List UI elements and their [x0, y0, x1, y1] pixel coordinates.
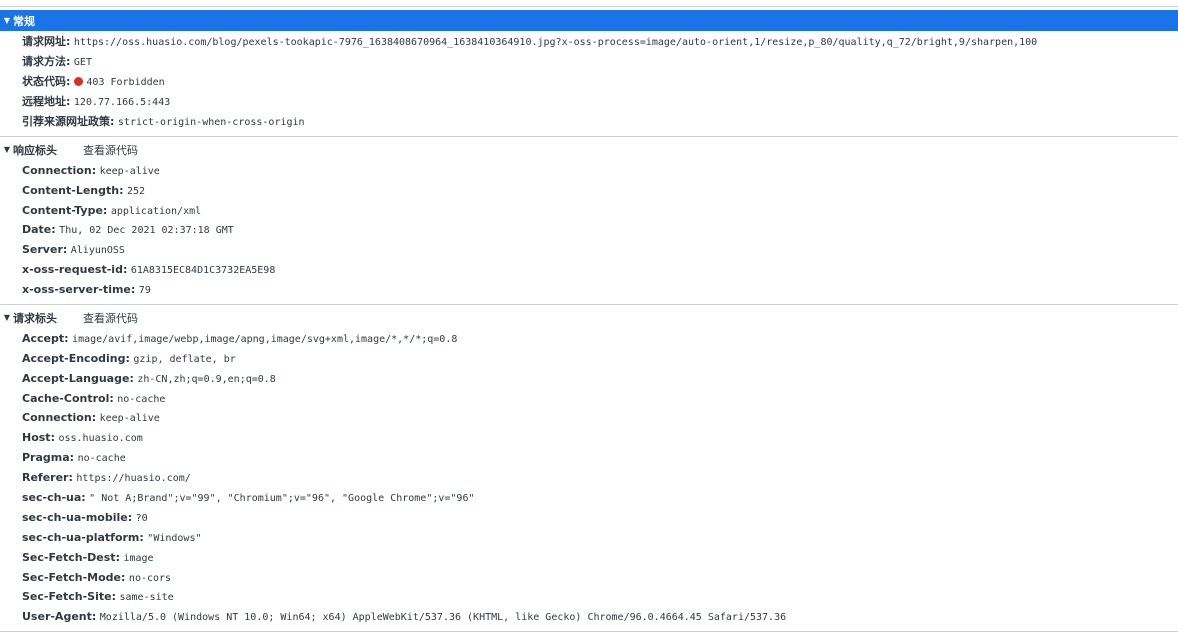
header-row: sec-ch-ua: " Not A;Brand";v="99", "Chrom… [22, 491, 475, 504]
view-source-link[interactable]: 查看源代码 [83, 142, 138, 158]
status-error-icon [74, 77, 84, 86]
triangle-down-icon: ▼ [3, 145, 11, 154]
header-row: Content-Type: application/xml [22, 204, 202, 217]
section-divider [0, 304, 1178, 305]
triangle-down-icon: ▼ [3, 313, 11, 322]
top-divider [0, 6, 1178, 7]
section-response-title: 响应标头 [13, 143, 57, 157]
header-row: Server: AliyunOSS [22, 243, 125, 256]
header-row: Date: Thu, 02 Dec 2021 02:37:18 GMT [22, 223, 234, 236]
view-source-link[interactable]: 查看源代码 [83, 310, 138, 326]
header-row: Host: oss.huasio.com [22, 431, 143, 444]
triangle-down-icon: ▼ [3, 16, 11, 25]
general-row-referrer-policy: 引荐来源网址政策: strict-origin-when-cross-origi… [22, 115, 305, 128]
header-row: Accept-Encoding: gzip, deflate, br [22, 352, 236, 365]
header-row: Connection: keep-alive [22, 411, 160, 424]
section-divider [0, 136, 1178, 137]
general-row-status: 状态代码: 403 Forbidden [22, 75, 165, 88]
header-row: Accept: image/avif,image/webp,image/apng… [22, 332, 458, 345]
header-row: x-oss-request-id: 61A8315EC84D1C3732EA5E… [22, 263, 276, 276]
general-row-remote: 远程地址: 120.77.166.5:443 [22, 95, 171, 108]
section-request-title: 请求标头 [13, 311, 57, 325]
header-row: sec-ch-ua-mobile: ?0 [22, 511, 148, 524]
header-row: sec-ch-ua-platform: "Windows" [22, 531, 202, 544]
header-row: Content-Length: 252 [22, 184, 146, 197]
section-divider [0, 631, 1178, 632]
general-row-url: 请求网址: https://oss.huasio.com/blog/pexels… [22, 35, 1038, 48]
header-row: Connection: keep-alive [22, 164, 160, 177]
header-row: Sec-Fetch-Site: same-site [22, 590, 174, 603]
header-row: Pragma: no-cache [22, 451, 126, 464]
section-general-header[interactable]: ▼ 常规 [0, 10, 1178, 31]
header-row: x-oss-server-time: 79 [22, 283, 151, 296]
header-row: Sec-Fetch-Mode: no-cors [22, 571, 172, 584]
header-row: User-Agent: Mozilla/5.0 (Windows NT 10.0… [22, 610, 787, 623]
header-row: Sec-Fetch-Dest: image [22, 551, 154, 564]
header-row: Referer: https://huasio.com/ [22, 471, 191, 484]
section-general-title: 常规 [13, 14, 35, 28]
general-row-method: 请求方法: GET [22, 55, 92, 68]
header-row: Cache-Control: no-cache [22, 392, 166, 405]
section-response-header[interactable]: ▼ 响应标头 查看源代码 [0, 139, 1178, 160]
header-row: Accept-Language: zh-CN,zh;q=0.9,en;q=0.8 [22, 372, 276, 385]
section-request-header[interactable]: ▼ 请求标头 查看源代码 [0, 307, 1178, 328]
